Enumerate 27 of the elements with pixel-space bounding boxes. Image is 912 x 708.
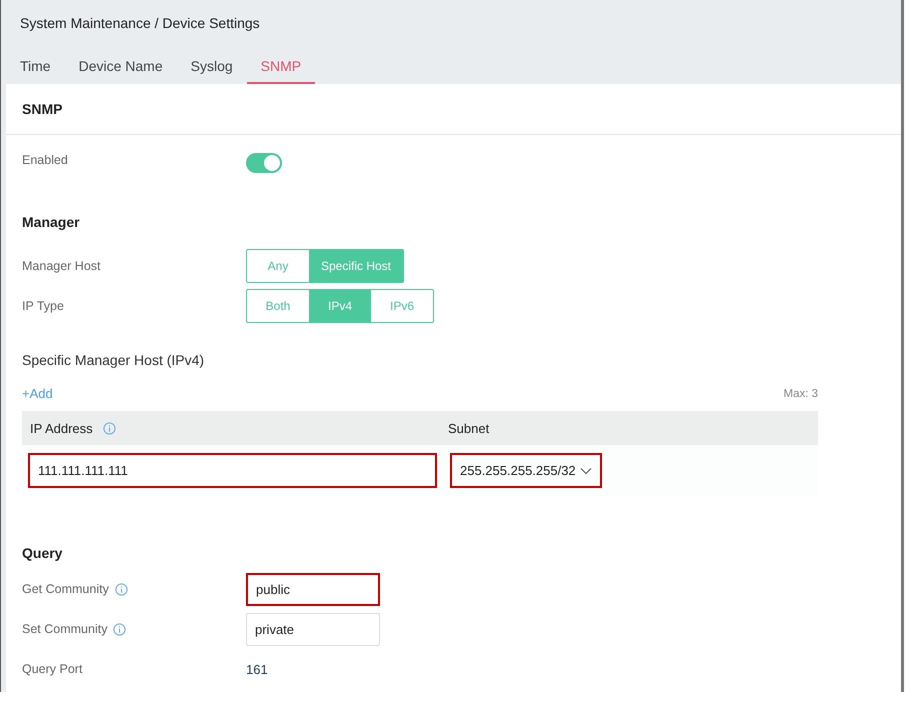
- column-header: Subnet: [448, 420, 490, 436]
- field-label: Set Community: [22, 622, 108, 636]
- breadcrumb: System Maintenance / Device Settings: [20, 14, 260, 32]
- field-label: Query Port: [22, 662, 82, 676]
- section-heading: Query: [22, 544, 64, 562]
- field-label: Manager Host: [22, 259, 102, 273]
- ip-address-field[interactable]: 111.111.111.111: [28, 453, 437, 488]
- subsection-heading: Specific Manager Host (IPv4): [22, 351, 206, 369]
- field-label: IP Type: [22, 299, 65, 313]
- card-title: SNMP: [6, 84, 901, 135]
- tab[interactable]: Device Name: [64, 57, 177, 84]
- info-icon[interactable]: [102, 422, 116, 434]
- tab[interactable]: Time: [20, 57, 65, 84]
- section-heading: Manager: [22, 213, 81, 231]
- column-header: IP Address: [30, 420, 93, 436]
- subnet-dropdown[interactable]: 255.255.255.255/32: [450, 453, 602, 488]
- info-icon[interactable]: [113, 622, 126, 636]
- field-label: Enabled: [22, 153, 69, 167]
- toggle-switch[interactable]: [246, 153, 282, 173]
- tab[interactable]: Syslog: [176, 57, 247, 84]
- field-label: Get Community: [22, 582, 109, 596]
- caret-icon: [580, 466, 592, 474]
- port-value: 161: [246, 662, 268, 676]
- info-icon[interactable]: [114, 582, 128, 596]
- community-field[interactable]: private: [246, 612, 380, 646]
- community-field[interactable]: public: [246, 572, 380, 606]
- max-count: Max: 3: [783, 388, 818, 400]
